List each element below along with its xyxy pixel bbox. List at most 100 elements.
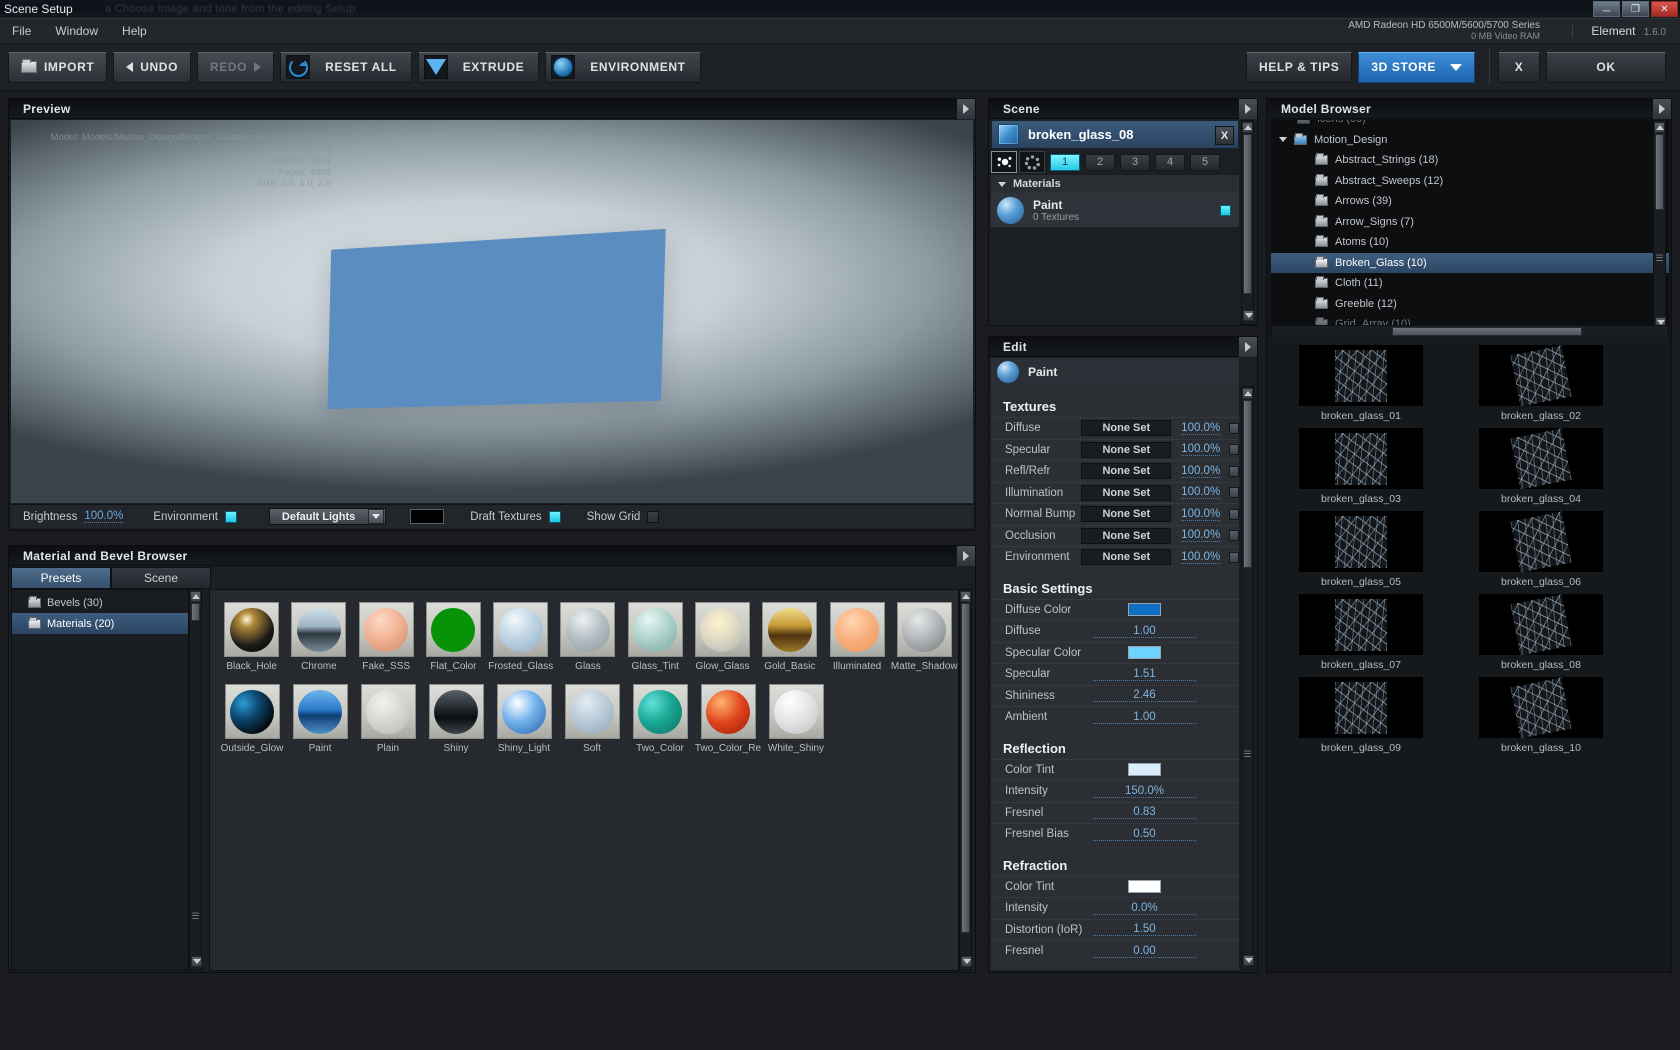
scrollbar-grip[interactable]: ☰ <box>191 911 200 927</box>
draft-textures-checkbox[interactable] <box>548 510 561 523</box>
texture-slot-button[interactable]: None Set <box>1081 484 1172 501</box>
scrollbar-thumb[interactable] <box>1243 400 1252 568</box>
preview-viewport[interactable]: Model: Models/Motion_Design/Broken_Glass… <box>11 120 973 503</box>
color-swatch[interactable] <box>1128 646 1161 660</box>
materials-section-header[interactable]: Materials <box>991 175 1239 193</box>
scene-scrollbar[interactable] <box>1241 120 1254 325</box>
property-value[interactable]: 100.0% <box>1181 422 1221 435</box>
scroll-up-icon[interactable] <box>1242 122 1253 133</box>
texture-slot-button[interactable]: None Set <box>1081 527 1172 544</box>
scroll-down-icon[interactable] <box>1243 310 1254 321</box>
redo-button[interactable]: REDO <box>197 51 275 83</box>
property-checkbox[interactable] <box>1229 465 1239 477</box>
material-preset-cell[interactable]: White_Shiny <box>762 684 830 754</box>
help-tips-button[interactable]: HELP & TIPS <box>1245 51 1353 83</box>
group-tab-3[interactable]: 3 <box>1120 153 1150 171</box>
scrollbar-thumb[interactable] <box>1243 134 1252 294</box>
chevron-down-icon[interactable] <box>1279 137 1287 143</box>
edit-scrollbar[interactable]: ☰ <box>1241 386 1254 970</box>
model-tree-item[interactable]: Arrows (39) <box>1271 191 1669 212</box>
material-preset-cell[interactable]: Two_Color_Re <box>694 684 762 754</box>
close-icon[interactable]: ✕ <box>1651 1 1678 17</box>
model-thumbnail-cell[interactable]: broken_glass_04 <box>1451 428 1631 505</box>
light-color-swatch[interactable] <box>410 509 445 524</box>
property-checkbox[interactable] <box>1229 422 1239 434</box>
environment-checkbox[interactable] <box>224 510 237 523</box>
extrude-icon[interactable] <box>423 55 448 79</box>
model-tree-item[interactable]: Abstract_Sweeps (12) <box>1271 171 1669 192</box>
lights-dropdown[interactable]: Default Lights <box>268 508 387 525</box>
model-thumbnail-cell[interactable]: broken_glass_02 <box>1451 345 1631 422</box>
property-value[interactable]: 150.0% <box>1093 785 1196 798</box>
property-value[interactable]: 0.00 <box>1093 945 1196 958</box>
material-preset-cell[interactable]: Two_Color <box>626 684 694 754</box>
material-preset-cell[interactable]: Illuminated <box>823 602 890 672</box>
property-value[interactable]: 1.00 <box>1093 711 1196 724</box>
minimize-button[interactable]: ─ <box>1593 1 1620 17</box>
maximize-button[interactable]: ❐ <box>1622 1 1649 17</box>
menu-item-file[interactable]: File <box>0 22 43 40</box>
scroll-up-icon[interactable] <box>1654 122 1665 133</box>
material-preset-cell[interactable]: Glass_Tint <box>622 602 689 672</box>
material-preset-cell[interactable]: Black_Hole <box>218 602 285 672</box>
scroll-up-icon[interactable] <box>960 591 971 602</box>
model-thumbnail-cell[interactable]: broken_glass_10 <box>1451 677 1631 754</box>
material-grid-scrollbar[interactable] <box>959 589 972 971</box>
texture-slot-button[interactable]: None Set <box>1081 549 1172 566</box>
property-value[interactable]: 100.0% <box>1181 465 1221 478</box>
property-value[interactable]: 100.0% <box>1181 486 1221 500</box>
undo-button[interactable]: UNDO <box>113 51 191 83</box>
model-thumbnail-cell[interactable]: broken_glass_09 <box>1271 677 1451 754</box>
property-value[interactable]: 0.83 <box>1093 806 1196 820</box>
scene-model-row[interactable]: broken_glass_08 X <box>991 120 1239 149</box>
material-preset-cell[interactable]: Frosted_Glass <box>487 602 554 672</box>
property-checkbox[interactable] <box>1229 487 1239 499</box>
property-checkbox[interactable] <box>1229 444 1239 456</box>
material-preset-cell[interactable]: Soft <box>558 684 626 754</box>
model-tree-item[interactable]: Arrow_Signs (7) <box>1271 212 1669 233</box>
model-thumbnail-cell[interactable]: broken_glass_08 <box>1451 594 1631 671</box>
cancel-button[interactable]: X <box>1498 51 1540 83</box>
scene-material-item[interactable]: Paint 0 Textures <box>991 193 1239 227</box>
brightness-value[interactable]: 100.0% <box>84 510 124 523</box>
material-preset-cell[interactable]: Plain <box>354 684 422 754</box>
model-tree-scrollbar[interactable]: ☰ <box>1653 120 1666 332</box>
scrollbar-thumb[interactable] <box>191 603 200 621</box>
property-checkbox[interactable] <box>1229 508 1239 520</box>
property-value[interactable]: 2.46 <box>1093 689 1196 703</box>
scene-collapse-button[interactable] <box>1239 99 1257 119</box>
material-preset-cell[interactable]: Matte_Shadow <box>891 602 958 672</box>
show-grid-checkbox[interactable] <box>647 510 660 523</box>
scroll-down-icon[interactable] <box>1243 955 1254 966</box>
scrollbar-thumb[interactable] <box>1392 327 1582 336</box>
model-tree-item[interactable]: Icons (50) <box>1271 120 1669 130</box>
model-thumbnail-cell[interactable]: broken_glass_01 <box>1271 345 1451 422</box>
property-value[interactable]: 0.50 <box>1093 828 1196 841</box>
material-preset-cell[interactable]: Shiny <box>422 684 490 754</box>
model-tree-item[interactable]: Abstract_Strings (18) <box>1271 150 1669 171</box>
scroll-down-icon[interactable] <box>961 956 972 967</box>
model-tree-item[interactable]: Broken_Glass (10) <box>1271 252 1669 273</box>
scroll-up-icon[interactable] <box>190 591 201 602</box>
menu-item-help[interactable]: Help <box>110 22 159 40</box>
material-preset-cell[interactable]: Fake_SSS <box>353 602 420 672</box>
extrude-button[interactable]: EXTRUDE <box>451 53 537 82</box>
property-value[interactable]: 0.0% <box>1093 902 1196 915</box>
property-value[interactable]: 100.0% <box>1181 529 1221 543</box>
reset-icon[interactable] <box>286 55 311 79</box>
material-preset-cell[interactable]: Glow_Glass <box>689 602 756 672</box>
particle-mode-icon[interactable] <box>991 151 1017 173</box>
tree-item-materials[interactable]: Materials (20) <box>12 613 188 634</box>
group-tab-2[interactable]: 2 <box>1085 153 1115 171</box>
texture-slot-button[interactable]: None Set <box>1081 463 1172 480</box>
replicator-mode-icon[interactable] <box>1019 151 1045 173</box>
material-enable-checkbox[interactable] <box>1220 205 1231 216</box>
group-tab-1[interactable]: 1 <box>1050 153 1080 171</box>
reset-all-button[interactable]: RESET ALL <box>313 53 409 82</box>
menu-item-window[interactable]: Window <box>43 22 110 40</box>
material-preset-cell[interactable]: Flat_Color <box>420 602 487 672</box>
scrollbar-thumb[interactable] <box>961 603 970 933</box>
material-preset-cell[interactable]: Gold_Basic <box>756 602 823 672</box>
model-thumbnail-cell[interactable]: broken_glass_06 <box>1451 511 1631 588</box>
tab-presets[interactable]: Presets <box>11 567 111 589</box>
